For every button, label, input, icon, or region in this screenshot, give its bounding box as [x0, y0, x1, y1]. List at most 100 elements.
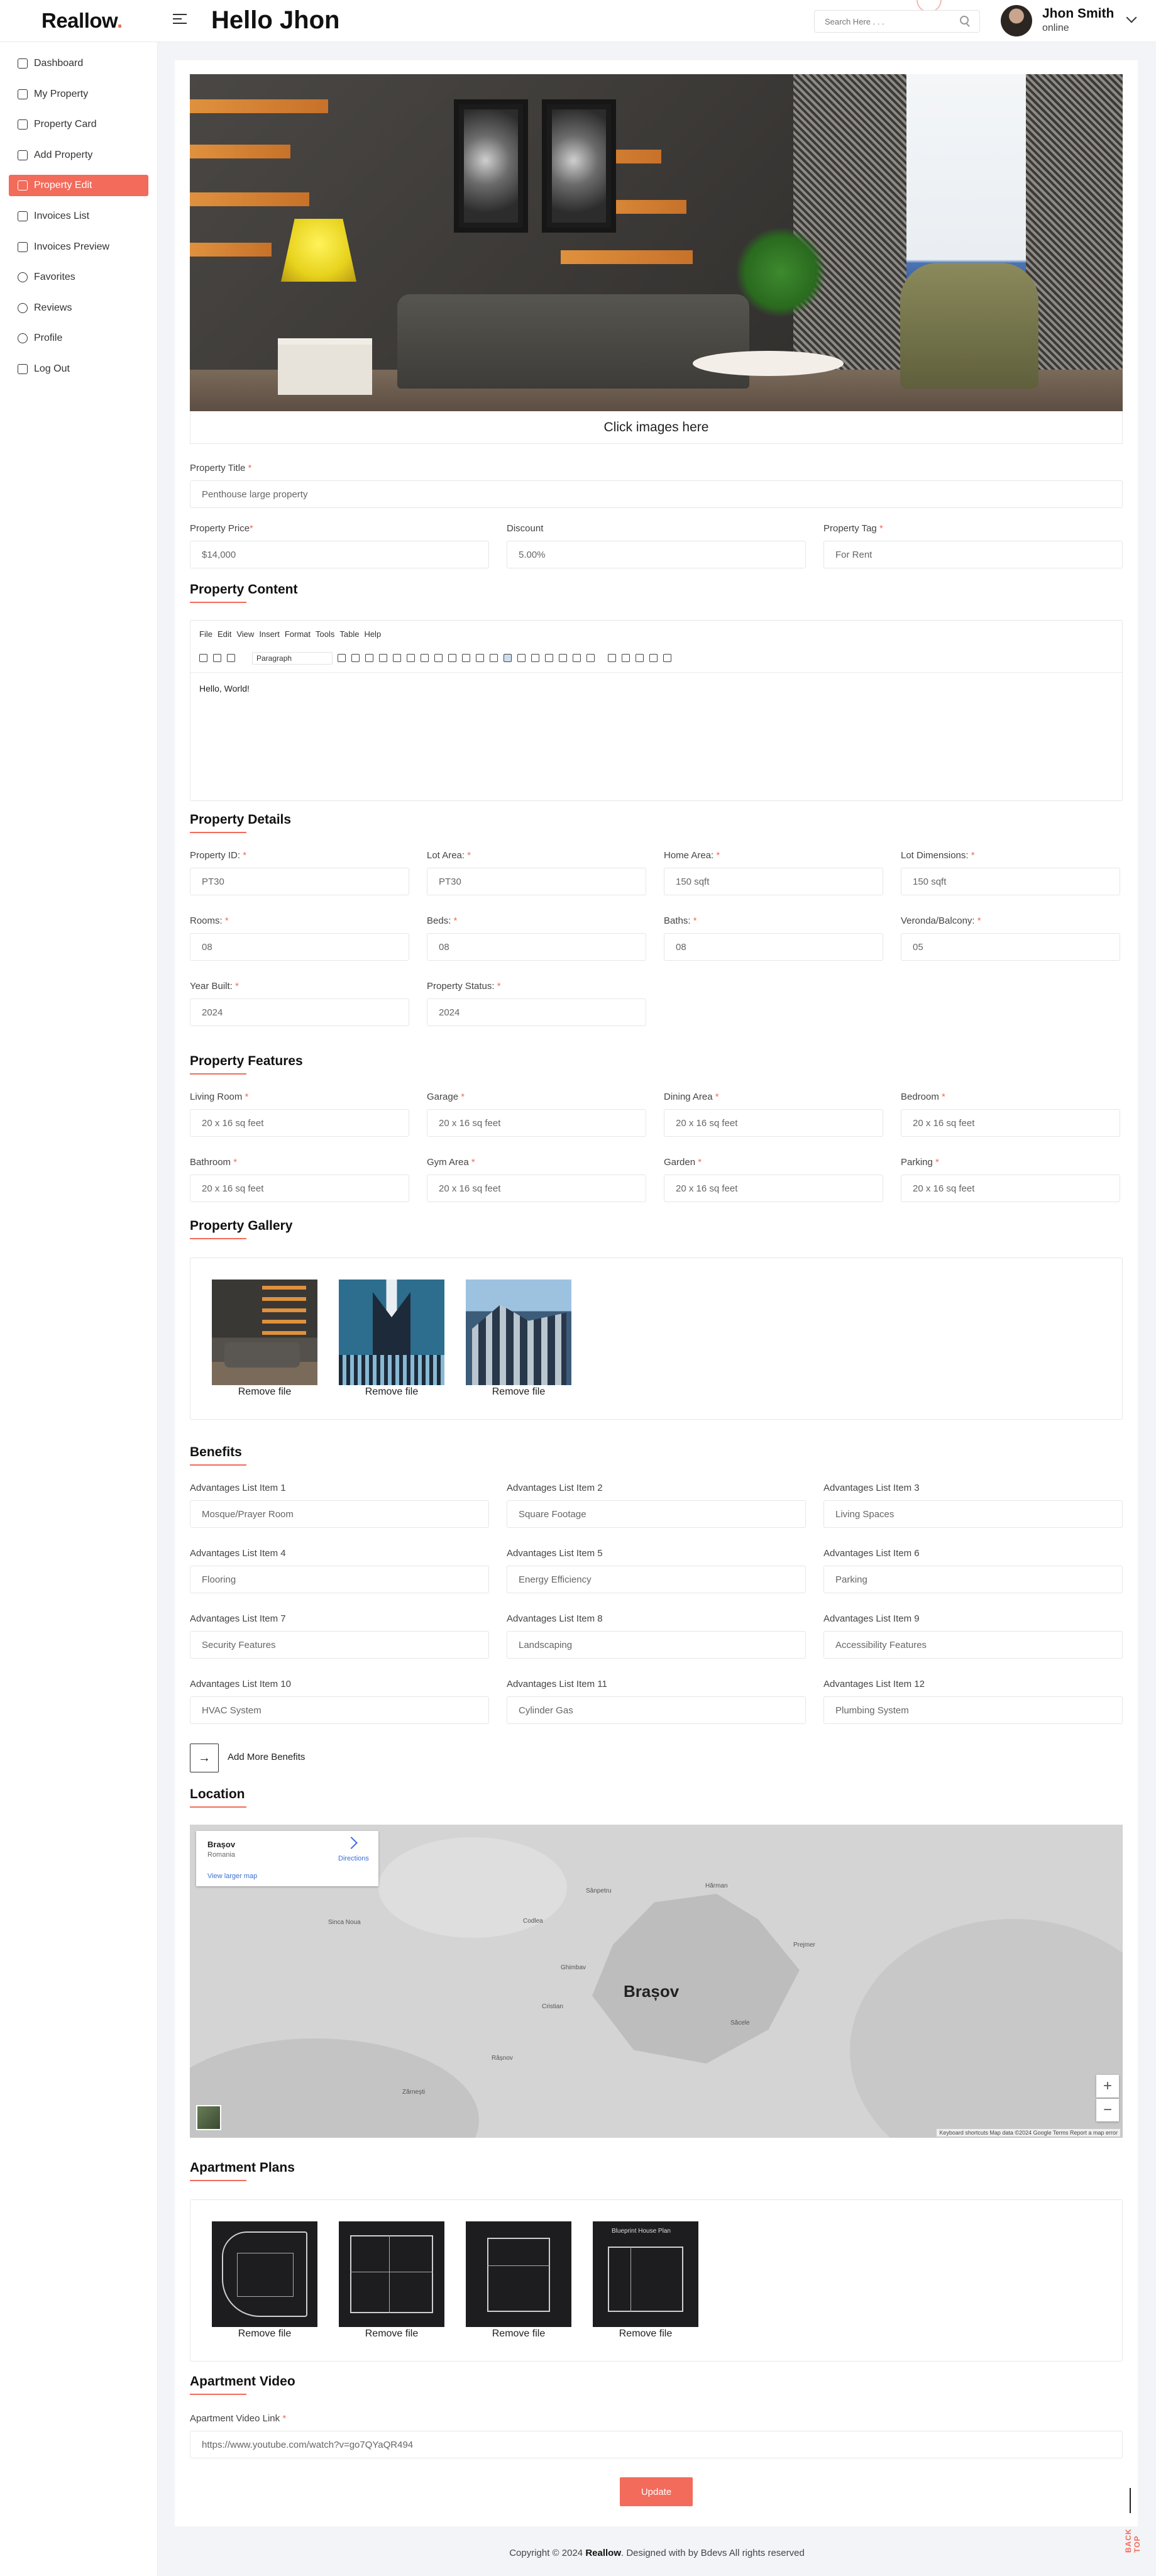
editor-menu-table[interactable]: Table	[339, 629, 359, 639]
detail-input[interactable]	[901, 933, 1120, 961]
benefit-input[interactable]	[507, 1500, 806, 1528]
plan-remove-2[interactable]: Remove file	[339, 2328, 444, 2340]
redo-icon[interactable]	[213, 654, 221, 662]
feature-input[interactable]	[427, 1109, 646, 1137]
property-price-input[interactable]	[190, 541, 489, 568]
rtl-icon[interactable]	[517, 654, 526, 662]
variable-icon[interactable]	[490, 654, 498, 662]
fullscreen-icon[interactable]	[545, 654, 553, 662]
zoom-out-button[interactable]: −	[1096, 2099, 1119, 2121]
indent-icon[interactable]	[421, 654, 429, 662]
feature-input[interactable]	[901, 1175, 1120, 1202]
chevron-down-icon[interactable]	[1126, 12, 1137, 23]
property-tag-input[interactable]	[823, 541, 1123, 568]
menu-toggle-icon[interactable]	[173, 14, 187, 26]
detail-input[interactable]	[427, 868, 646, 895]
click-images-caption[interactable]: Click images here	[190, 411, 1123, 444]
sidebar-item-profile[interactable]: Profile	[9, 328, 148, 349]
format-select[interactable]: Paragraph	[252, 652, 333, 665]
sidebar-item-property-edit[interactable]: Property Edit	[9, 175, 148, 197]
omega-icon[interactable]	[476, 654, 484, 662]
satellite-toggle[interactable]	[196, 2105, 221, 2130]
feature-input[interactable]	[190, 1109, 409, 1137]
sidebar-item-dashboard[interactable]: Dashboard	[9, 53, 148, 74]
align-center-icon[interactable]	[379, 654, 387, 662]
gallery-remove-2[interactable]: Remove file	[339, 1386, 444, 1398]
gallery-remove-1[interactable]: Remove file	[212, 1386, 317, 1398]
history-icon[interactable]	[462, 654, 470, 662]
add-more-benefits-label[interactable]: Add More Benefits	[228, 1752, 305, 1762]
detail-input[interactable]	[664, 933, 883, 961]
sidebar-item-add-property[interactable]: Add Property	[9, 145, 148, 166]
feature-input[interactable]	[190, 1175, 409, 1202]
gallery-remove-3[interactable]: Remove file	[466, 1386, 571, 1398]
code-icon[interactable]	[434, 654, 443, 662]
align-justify-icon[interactable]	[407, 654, 415, 662]
benefit-input[interactable]	[507, 1566, 806, 1593]
benefit-input[interactable]	[823, 1566, 1123, 1593]
editor-content[interactable]: Hello, World!	[199, 683, 250, 694]
ltr-icon[interactable]	[504, 654, 512, 662]
benefit-input[interactable]	[823, 1631, 1123, 1659]
benefit-input[interactable]	[190, 1631, 489, 1659]
detail-input[interactable]	[427, 933, 646, 961]
bookmark-icon[interactable]	[448, 654, 456, 662]
sidebar-item-reviews[interactable]: Reviews	[9, 297, 148, 319]
undo-icon[interactable]	[199, 654, 207, 662]
user-avatar[interactable]	[1001, 5, 1032, 36]
feature-input[interactable]	[664, 1175, 883, 1202]
benefit-input[interactable]	[823, 1696, 1123, 1724]
benefit-input[interactable]	[190, 1696, 489, 1724]
zoom-in-button[interactable]: +	[1096, 2075, 1119, 2098]
benefit-input[interactable]	[190, 1566, 489, 1593]
pilcrow-icon[interactable]	[622, 654, 630, 662]
image-icon[interactable]	[573, 654, 581, 662]
pagebreak-icon[interactable]	[649, 654, 658, 662]
sidebar-item-favorites[interactable]: Favorites	[9, 267, 148, 288]
gallery-dropzone[interactable]: Remove file Remove file Remove file	[190, 1258, 1123, 1420]
feature-input[interactable]	[664, 1109, 883, 1137]
add-more-benefits-button[interactable]: →	[190, 1744, 219, 1772]
property-title-input[interactable]	[190, 480, 1123, 508]
brand-logo[interactable]: Reallow.	[41, 9, 123, 33]
plans-dropzone[interactable]: Remove file Remove file Remove file Blue…	[190, 2199, 1123, 2362]
detail-input[interactable]	[427, 998, 646, 1026]
editor-menu-view[interactable]: View	[236, 629, 254, 639]
blockquote-icon[interactable]	[227, 654, 235, 662]
plan-remove-1[interactable]: Remove file	[212, 2328, 317, 2340]
feature-input[interactable]	[901, 1109, 1120, 1137]
benefit-input[interactable]	[190, 1500, 489, 1528]
editor-menu-format[interactable]: Format	[285, 629, 311, 639]
sidebar-item-property-card[interactable]: Property Card	[9, 114, 148, 135]
sidebar-item-invoices-preview[interactable]: Invoices Preview	[9, 236, 148, 258]
help-icon[interactable]	[559, 654, 567, 662]
benefit-input[interactable]	[823, 1500, 1123, 1528]
editor-menu-insert[interactable]: Insert	[259, 629, 280, 639]
align-left-icon[interactable]	[365, 654, 373, 662]
editor-menu-edit[interactable]: Edit	[217, 629, 231, 639]
video-link-input[interactable]	[190, 2431, 1123, 2458]
view-larger-map-link[interactable]: View larger map	[207, 1872, 257, 1880]
sidebar-item-invoices-list[interactable]: Invoices List	[9, 206, 148, 227]
feature-input[interactable]	[427, 1175, 646, 1202]
list-icon[interactable]	[636, 654, 644, 662]
align-right-icon[interactable]	[393, 654, 401, 662]
location-map[interactable]: Brașov Romania View larger map Direction…	[190, 1825, 1123, 2138]
discount-input[interactable]	[507, 541, 806, 568]
update-button[interactable]: Update	[620, 2477, 693, 2506]
detail-input[interactable]	[901, 868, 1120, 895]
editor-menu-tools[interactable]: Tools	[316, 629, 334, 639]
detail-input[interactable]	[190, 933, 409, 961]
emoji-icon[interactable]	[531, 654, 539, 662]
bold-icon[interactable]	[338, 654, 346, 662]
detail-input[interactable]	[190, 868, 409, 895]
sidebar-item-log-out[interactable]: Log Out	[9, 358, 148, 380]
benefit-input[interactable]	[507, 1696, 806, 1724]
editor-menu-help[interactable]: Help	[364, 629, 381, 639]
detail-input[interactable]	[664, 868, 883, 895]
template-icon[interactable]	[608, 654, 616, 662]
plan-remove-4[interactable]: Remove file	[593, 2328, 698, 2340]
search-input[interactable]	[814, 10, 980, 33]
clock-icon[interactable]	[586, 654, 595, 662]
detail-input[interactable]	[190, 998, 409, 1026]
